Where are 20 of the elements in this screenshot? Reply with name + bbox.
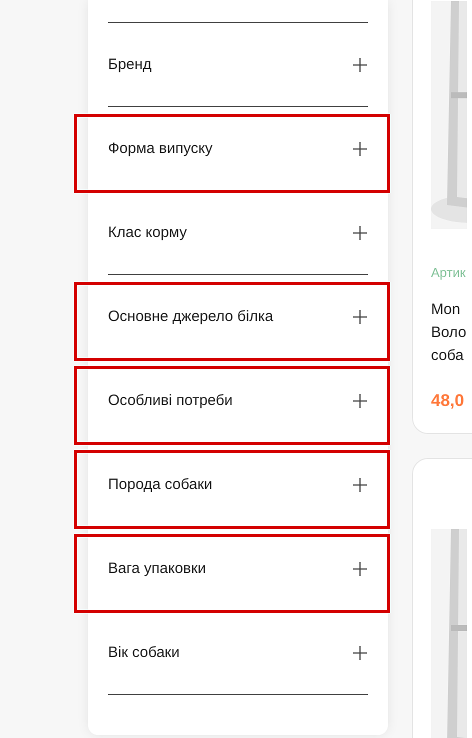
product-card[interactable]: Артик Mon Воло соба 48,0 xyxy=(412,0,472,434)
filter-label[interactable]: Бренд xyxy=(108,56,152,73)
plus-icon[interactable] xyxy=(352,56,368,72)
filter-label[interactable]: Порода собаки xyxy=(108,476,212,493)
sku-label: Артик xyxy=(431,265,467,280)
plus-icon[interactable] xyxy=(352,476,368,492)
plus-icon[interactable] xyxy=(352,224,368,240)
plus-icon[interactable] xyxy=(352,560,368,576)
filter-label[interactable]: Особливі потреби xyxy=(108,392,233,409)
product-title[interactable]: Mon Воло соба xyxy=(431,298,472,367)
plus-icon[interactable] xyxy=(352,140,368,156)
filter-label[interactable]: Клас корму xyxy=(108,224,187,241)
filter-label[interactable]: Форма випуску xyxy=(108,140,212,157)
filter-label[interactable]: Вік собаки xyxy=(108,644,180,661)
product-price: 48,0 xyxy=(431,391,466,411)
filter-label[interactable]: Основне джерело білка xyxy=(108,308,274,325)
plus-icon[interactable] xyxy=(352,392,368,408)
filter-label[interactable]: Вага упаковки xyxy=(108,560,206,577)
plus-icon[interactable] xyxy=(352,644,368,660)
plus-icon[interactable] xyxy=(352,308,368,324)
